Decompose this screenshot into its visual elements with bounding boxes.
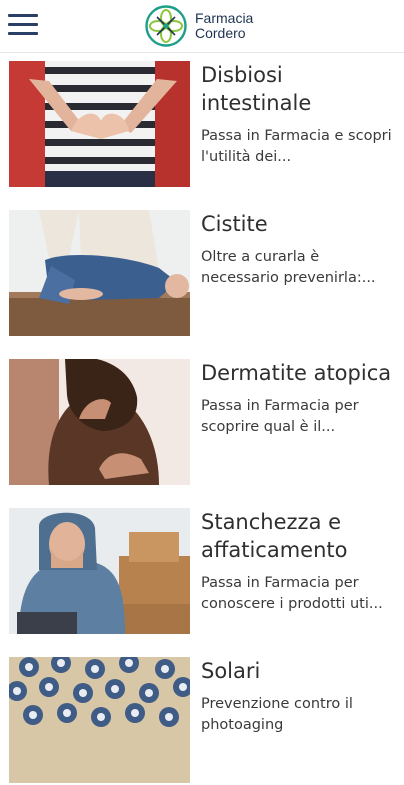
article-title: Cistite <box>201 212 268 236</box>
article-thumbnail <box>9 359 190 485</box>
app-header: Farmacia Cordero <box>0 0 404 53</box>
clover-logo-icon <box>145 5 187 47</box>
pregnancy-photo-icon <box>9 61 190 187</box>
article-card-solari[interactable]: Solari Prevenzione contro il photoaging <box>0 657 404 785</box>
article-thumbnail <box>9 657 190 783</box>
article-description: Passa in Farmacia e scopri l'utilità dei… <box>201 128 392 165</box>
article-card-dermatite[interactable]: Dermatite atopica Passa in Farmacia per … <box>0 359 404 487</box>
hamburger-menu-icon[interactable] <box>8 12 38 38</box>
sitting-woman-photo-icon <box>9 210 190 336</box>
article-title: Dermatite atopica <box>201 361 392 385</box>
article-description: Passa in Farmacia per conoscere i prodot… <box>201 575 383 612</box>
article-description: Oltre a curarla è necessario prevenirla:… <box>201 249 376 286</box>
article-thumbnail <box>9 210 190 336</box>
brand-line-2: Cordero <box>195 25 246 41</box>
brand-name: Farmacia Cordero <box>195 11 253 41</box>
article-description: Prevenzione contro il photoaging <box>201 696 353 733</box>
article-card-disbiosi[interactable]: Disbiosi intestinale Passa in Farmacia e… <box>0 61 404 189</box>
article-thumbnail <box>9 61 190 187</box>
article-title: Solari <box>201 659 261 683</box>
article-card-stanchezza[interactable]: Stanchezza e affaticamento Passa in Farm… <box>0 508 404 636</box>
article-thumbnail <box>9 508 190 634</box>
tired-man-photo-icon <box>9 508 190 634</box>
beach-umbrellas-photo-icon <box>9 657 190 783</box>
article-card-cistite[interactable]: Cistite Oltre a curarla è necessario pre… <box>0 210 404 338</box>
article-description: Passa in Farmacia per scoprire qual è il… <box>201 398 359 435</box>
woman-scratching-photo-icon <box>9 359 190 485</box>
brand-line-1: Farmacia <box>195 10 254 26</box>
brand-logo[interactable]: Farmacia Cordero <box>145 4 253 48</box>
article-title: Disbiosi intestinale <box>201 63 312 115</box>
article-title: Stanchezza e affaticamento <box>201 510 348 562</box>
